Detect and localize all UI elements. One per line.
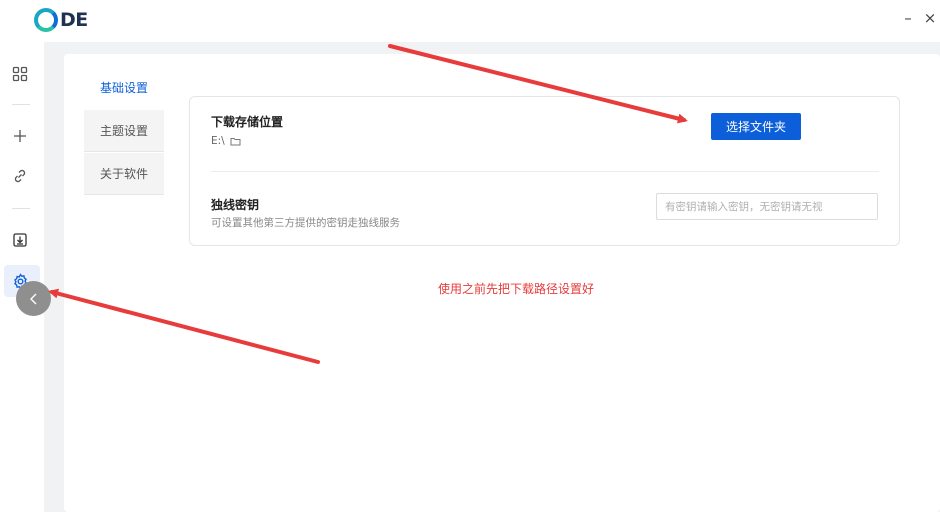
sidebar (0, 42, 44, 512)
exclusive-key-title: 独线密钥 (211, 198, 260, 212)
exclusive-key-input[interactable] (656, 193, 878, 220)
download-path-text: E:\ (211, 135, 225, 147)
grid-icon[interactable] (8, 62, 32, 86)
folder-icon (230, 136, 241, 149)
tab-theme-settings[interactable]: 主题设置 (84, 110, 164, 152)
choose-folder-button[interactable]: 选择文件夹 (711, 113, 801, 140)
collapse-sidebar-button[interactable] (16, 281, 51, 316)
logo-text: DE (60, 9, 88, 31)
plus-icon[interactable] (8, 124, 32, 148)
exclusive-key-description: 可设置其他第三方提供的密钥走独线服务 (211, 217, 400, 229)
sidebar-separator (12, 208, 30, 209)
chevron-left-icon (29, 293, 36, 304)
close-button[interactable]: × (920, 8, 940, 28)
sidebar-separator (12, 104, 30, 105)
title-bar: DE – × (0, 0, 940, 42)
download-path: E:\ (211, 135, 241, 149)
settings-divider (211, 171, 879, 172)
annotation-note: 使用之前先把下载路径设置好 (438, 282, 595, 296)
link-icon[interactable] (8, 164, 32, 188)
download-location-title: 下载存储位置 (211, 115, 284, 129)
app-logo: DE (34, 6, 88, 34)
tab-about-software[interactable]: 关于软件 (84, 153, 164, 195)
minimize-button[interactable]: – (898, 8, 918, 28)
logo-ring-icon (34, 8, 58, 32)
tab-basic-settings[interactable]: 基础设置 (84, 72, 164, 102)
download-icon[interactable] (8, 228, 32, 252)
